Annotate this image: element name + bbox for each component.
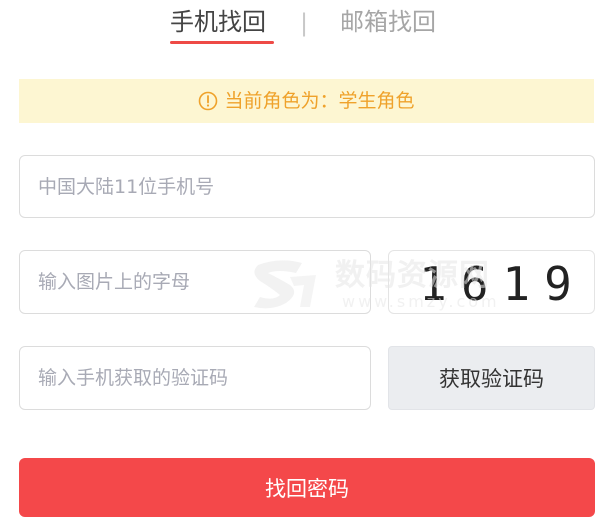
exclamation-circle-icon bbox=[198, 91, 218, 111]
phone-field bbox=[19, 155, 595, 218]
tab-email-recovery[interactable]: 邮箱找回 bbox=[340, 6, 436, 38]
captcha-image[interactable]: 1619 bbox=[388, 250, 595, 314]
captcha-image-text: 1619 bbox=[419, 257, 586, 311]
recover-password-button[interactable]: 找回密码 bbox=[19, 458, 595, 517]
role-notice: 当前角色为：学生角色 bbox=[19, 79, 594, 123]
tab-separator: | bbox=[300, 9, 309, 37]
phone-input[interactable] bbox=[20, 156, 594, 217]
sms-code-input[interactable] bbox=[20, 347, 370, 409]
get-sms-code-button[interactable]: 获取验证码 bbox=[388, 346, 595, 410]
sms-code-field bbox=[19, 346, 371, 410]
role-notice-text: 当前角色为：学生角色 bbox=[224, 90, 415, 112]
active-tab-indicator bbox=[170, 41, 274, 44]
captcha-field bbox=[19, 250, 371, 314]
captcha-input[interactable] bbox=[20, 251, 370, 313]
recovery-tabs: 手机找回 | 邮箱找回 bbox=[0, 0, 605, 50]
tab-phone-recovery[interactable]: 手机找回 bbox=[170, 6, 266, 38]
